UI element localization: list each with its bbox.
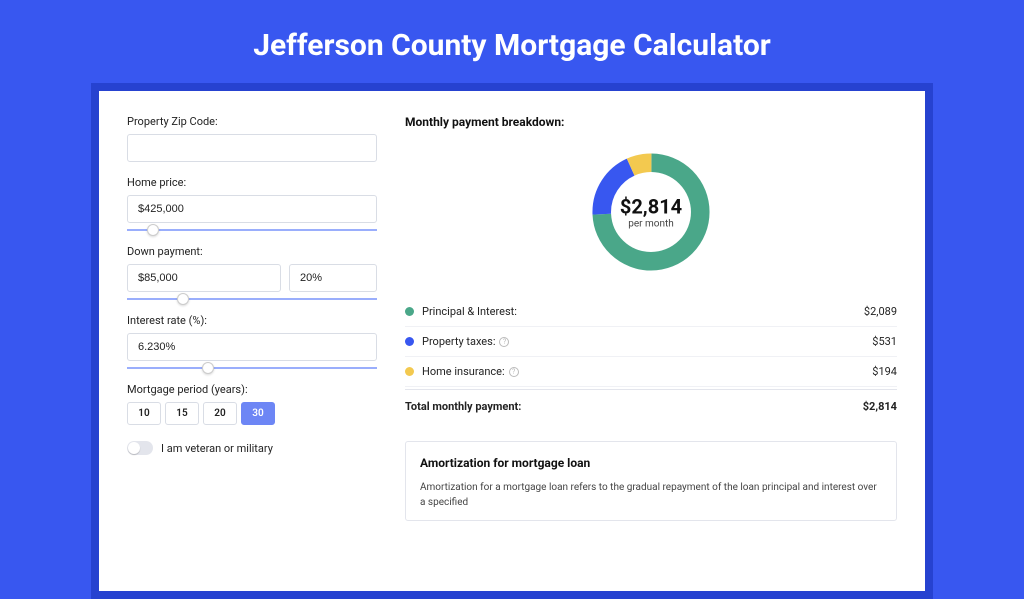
breakdown-row-principal: Principal & Interest: $2,089 bbox=[405, 297, 897, 327]
period-btn-10[interactable]: 10 bbox=[127, 402, 161, 425]
down-payment-pct-input[interactable] bbox=[289, 264, 377, 292]
donut-amount: $2,814 bbox=[620, 195, 682, 219]
breakdown-value-insurance: $194 bbox=[872, 365, 897, 378]
amortization-title: Amortization for mortgage loan bbox=[420, 456, 882, 470]
calculator-outer-card: Property Zip Code: Home price: Down paym… bbox=[91, 83, 933, 599]
veteran-toggle-row: I am veteran or military bbox=[127, 441, 377, 455]
period-btn-20[interactable]: 20 bbox=[203, 402, 237, 425]
zip-field-group: Property Zip Code: bbox=[127, 115, 377, 162]
breakdown-row-insurance: Home insurance: ? $194 bbox=[405, 357, 897, 387]
down-payment-field-group: Down payment: bbox=[127, 245, 377, 300]
home-price-field-group: Home price: bbox=[127, 176, 377, 231]
veteran-toggle[interactable] bbox=[127, 441, 153, 455]
down-payment-slider[interactable] bbox=[127, 298, 377, 300]
interest-rate-input[interactable] bbox=[127, 333, 377, 361]
calculator-card: Property Zip Code: Home price: Down paym… bbox=[99, 91, 925, 591]
interest-rate-slider-thumb[interactable] bbox=[202, 362, 214, 374]
down-payment-slider-thumb[interactable] bbox=[177, 293, 189, 305]
interest-rate-label: Interest rate (%): bbox=[127, 314, 377, 327]
info-icon[interactable]: ? bbox=[509, 367, 519, 377]
dot-taxes-icon bbox=[405, 337, 414, 346]
dot-insurance-icon bbox=[405, 367, 414, 376]
breakdown-label-principal: Principal & Interest: bbox=[422, 305, 864, 318]
page-title: Jefferson County Mortgage Calculator bbox=[0, 0, 1024, 83]
breakdown-label-insurance: Home insurance: ? bbox=[422, 365, 872, 378]
breakdown-label-total: Total monthly payment: bbox=[405, 400, 863, 413]
breakdown-label-taxes: Property taxes: ? bbox=[422, 335, 872, 348]
amortization-card: Amortization for mortgage loan Amortizat… bbox=[405, 441, 897, 521]
donut-sub: per month bbox=[620, 219, 682, 230]
interest-rate-field-group: Interest rate (%): bbox=[127, 314, 377, 369]
home-price-slider-thumb[interactable] bbox=[147, 224, 159, 236]
donut-chart: $2,814 per month bbox=[405, 147, 897, 277]
period-btn-30[interactable]: 30 bbox=[241, 402, 275, 425]
mortgage-period-label: Mortgage period (years): bbox=[127, 383, 377, 396]
down-payment-label: Down payment: bbox=[127, 245, 377, 258]
breakdown-title: Monthly payment breakdown: bbox=[405, 115, 897, 129]
home-price-input[interactable] bbox=[127, 195, 377, 223]
input-column: Property Zip Code: Home price: Down paym… bbox=[127, 115, 377, 567]
breakdown-column: Monthly payment breakdown: $2,814 per mo… bbox=[405, 115, 897, 567]
breakdown-label-taxes-text: Property taxes: bbox=[422, 335, 495, 348]
breakdown-value-total: $2,814 bbox=[863, 400, 897, 413]
zip-label: Property Zip Code: bbox=[127, 115, 377, 128]
breakdown-label-insurance-text: Home insurance: bbox=[422, 365, 505, 378]
dot-principal-icon bbox=[405, 307, 414, 316]
donut-center: $2,814 per month bbox=[620, 195, 682, 230]
mortgage-period-buttons: 10 15 20 30 bbox=[127, 402, 377, 425]
home-price-label: Home price: bbox=[127, 176, 377, 189]
veteran-toggle-label: I am veteran or military bbox=[161, 442, 273, 455]
period-btn-15[interactable]: 15 bbox=[165, 402, 199, 425]
breakdown-value-taxes: $531 bbox=[872, 335, 897, 348]
down-payment-amount-input[interactable] bbox=[127, 264, 281, 292]
mortgage-period-field-group: Mortgage period (years): 10 15 20 30 bbox=[127, 383, 377, 425]
zip-input[interactable] bbox=[127, 134, 377, 162]
breakdown-value-principal: $2,089 bbox=[864, 305, 897, 318]
breakdown-row-total: Total monthly payment: $2,814 bbox=[405, 389, 897, 421]
interest-rate-slider[interactable] bbox=[127, 367, 377, 369]
amortization-text: Amortization for a mortgage loan refers … bbox=[420, 480, 882, 510]
breakdown-row-taxes: Property taxes: ? $531 bbox=[405, 327, 897, 357]
home-price-slider[interactable] bbox=[127, 229, 377, 231]
info-icon[interactable]: ? bbox=[499, 337, 509, 347]
